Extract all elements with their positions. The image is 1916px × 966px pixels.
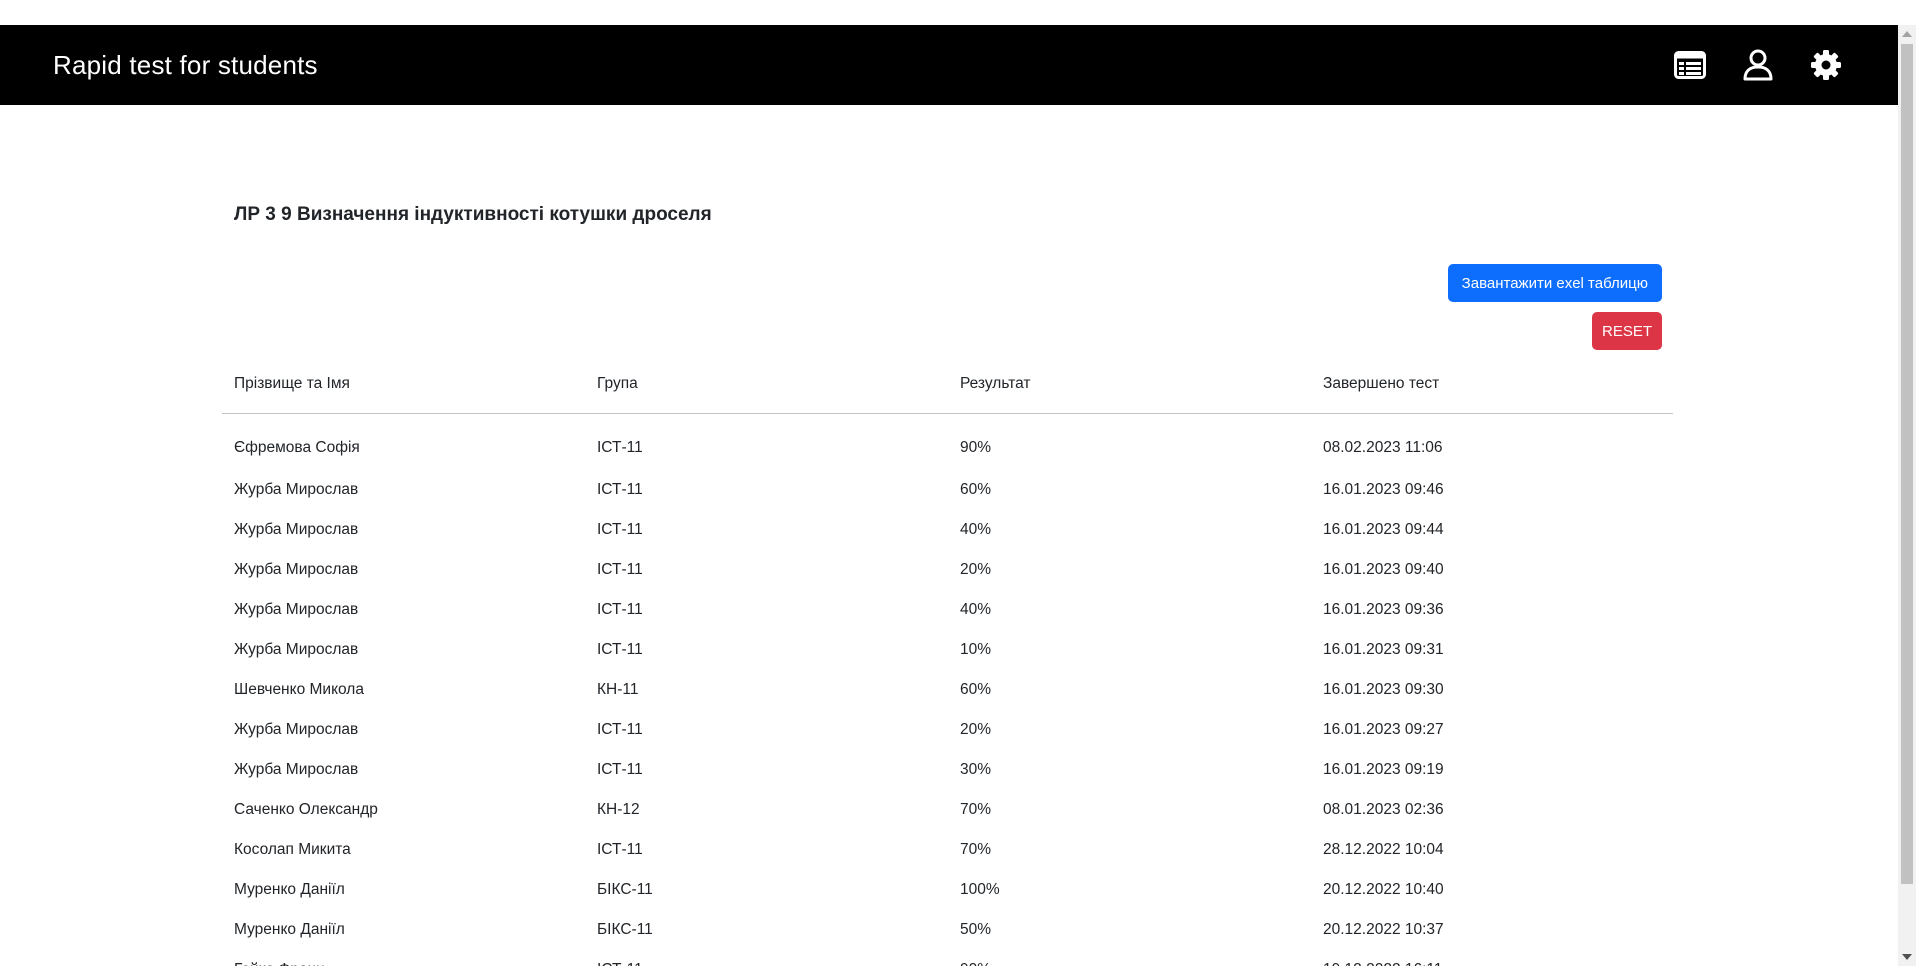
results-table: Прізвище та Імя Група Результат Завершен… — [222, 355, 1673, 966]
cell-group: БІКС-11 — [597, 881, 653, 898]
cell-name: Муренко Даніїл — [234, 881, 345, 898]
column-header-completed[interactable]: Завершено тест — [1311, 355, 1673, 414]
cell-result: 10% — [960, 641, 992, 658]
cell-group: КН-11 — [597, 681, 639, 698]
table-row: Журба Мирослав ІСТ-11 20% 16.01.2023 09:… — [222, 550, 1673, 590]
cell-group: ІСТ-11 — [597, 521, 643, 538]
cell-name: Журба Мирослав — [234, 601, 359, 618]
column-header-group[interactable]: Група — [585, 355, 948, 414]
cell-completed: 16.01.2023 09:36 — [1323, 601, 1444, 618]
gear-icon[interactable] — [1810, 49, 1842, 81]
user-icon[interactable] — [1742, 49, 1774, 81]
download-excel-button[interactable]: Завантажити exel таблицю — [1447, 264, 1662, 302]
cell-group: ІСТ-11 — [597, 761, 643, 778]
cell-completed: 16.01.2023 09:31 — [1323, 641, 1444, 658]
cell-group: ІСТ-11 — [585, 950, 948, 966]
cell-name: Журба Мирослав — [234, 481, 359, 498]
table-row: Журба Мирослав ІСТ-11 20% 16.01.2023 09:… — [222, 710, 1673, 750]
cell-result: 40% — [960, 521, 992, 538]
cell-result: 20% — [960, 561, 992, 578]
cell-name: Журба Мирослав — [234, 561, 359, 578]
cell-result: 90% — [948, 950, 1311, 966]
cell-completed: 16.01.2023 09:19 — [1323, 761, 1444, 778]
top-strip — [0, 0, 1916, 25]
cell-group: ІСТ-11 — [597, 439, 643, 456]
scroll-down-arrow-icon[interactable] — [1902, 954, 1912, 960]
cell-group: ІСТ-11 — [597, 561, 643, 578]
cell-completed: 16.01.2023 09:30 — [1323, 681, 1444, 698]
page: Rapid test for students ЛР 3 9 Визначенн… — [0, 0, 1916, 966]
cell-result: 50% — [960, 921, 992, 938]
column-header-result[interactable]: Результат — [948, 355, 1311, 414]
cell-name: Журба Мирослав — [234, 721, 359, 738]
cell-completed: 19.12.2022 16:11 — [1311, 950, 1673, 966]
cell-completed: 08.01.2023 02:36 — [1323, 801, 1444, 818]
cell-completed: 20.12.2022 10:40 — [1323, 881, 1444, 898]
cell-group: ІСТ-11 — [597, 641, 643, 658]
cell-completed: 28.12.2022 10:04 — [1323, 841, 1444, 858]
cell-name: Журба Мирослав — [234, 761, 359, 778]
cell-result: 70% — [960, 841, 992, 858]
table-list-icon[interactable] — [1674, 49, 1706, 81]
table-row: Журба Мирослав ІСТ-11 40% 16.01.2023 09:… — [222, 510, 1673, 550]
table-row: Єфремова Софія ІСТ-11 90% 08.02.2023 11:… — [222, 414, 1673, 471]
cell-result: 30% — [960, 761, 992, 778]
cell-completed: 20.12.2022 10:37 — [1323, 921, 1444, 938]
cell-group: КН-12 — [597, 801, 640, 818]
nav-icons — [1674, 49, 1842, 81]
cell-result: 70% — [960, 801, 992, 818]
table-row: Косолап Микита ІСТ-11 70% 28.12.2022 10:… — [222, 830, 1673, 870]
vertical-scrollbar[interactable] — [1898, 25, 1916, 966]
cell-group: ІСТ-11 — [597, 601, 643, 618]
reset-button[interactable]: RESET — [1592, 312, 1662, 350]
cell-completed: 08.02.2023 11:06 — [1323, 439, 1443, 456]
cell-group: ІСТ-11 — [597, 481, 643, 498]
table-row: Муренко Даніїл БІКС-11 100% 20.12.2022 1… — [222, 870, 1673, 910]
cell-group: ІСТ-11 — [597, 841, 643, 858]
table-row: Журба Мирослав ІСТ-11 60% 16.01.2023 09:… — [222, 470, 1673, 510]
cell-result: 60% — [960, 481, 992, 498]
cell-name: Муренко Даніїл — [234, 921, 345, 938]
brand-title[interactable]: Rapid test for students — [53, 50, 318, 81]
navbar: Rapid test for students — [0, 25, 1898, 105]
column-header-name[interactable]: Прізвище та Імя — [222, 355, 585, 414]
cell-completed: 16.01.2023 09:40 — [1323, 561, 1444, 578]
table-row: Журба Мирослав ІСТ-11 40% 16.01.2023 09:… — [222, 590, 1673, 630]
cell-name: Журба Мирослав — [234, 521, 359, 538]
table-row: Шевченко Микола КН-11 60% 16.01.2023 09:… — [222, 670, 1673, 710]
table-header-row: Прізвище та Імя Група Результат Завершен… — [222, 355, 1673, 414]
cell-name: Єфремова Софія — [234, 439, 360, 456]
scroll-up-arrow-icon[interactable] — [1902, 31, 1912, 37]
cell-name: Косолап Микита — [234, 841, 351, 858]
cell-completed: 16.01.2023 09:44 — [1323, 521, 1444, 538]
table-row: Журба Мирослав ІСТ-11 30% 16.01.2023 09:… — [222, 750, 1673, 790]
cell-group: БІКС-11 — [597, 921, 653, 938]
cell-name: Саченко Олександр — [234, 801, 378, 818]
page-title: ЛР 3 9 Визначення індуктивності котушки … — [234, 204, 712, 225]
cell-name: Гойко Франц — [222, 950, 585, 966]
cell-completed: 16.01.2023 09:27 — [1323, 721, 1444, 738]
table-body: Єфремова Софія ІСТ-11 90% 08.02.2023 11:… — [222, 414, 1673, 966]
table-header: Прізвище та Імя Група Результат Завершен… — [222, 355, 1673, 414]
cell-result: 40% — [960, 601, 992, 618]
table-row: Муренко Даніїл БІКС-11 50% 20.12.2022 10… — [222, 910, 1673, 950]
cell-name: Журба Мирослав — [234, 641, 359, 658]
table-row: Гойко Франц ІСТ-11 90% 19.12.2022 16:11 — [222, 950, 1673, 966]
cell-result: 60% — [960, 681, 992, 698]
table-row: Саченко Олександр КН-12 70% 08.01.2023 0… — [222, 790, 1673, 830]
cell-group: ІСТ-11 — [597, 721, 643, 738]
cell-result: 90% — [960, 439, 992, 456]
table-row: Журба Мирослав ІСТ-11 10% 16.01.2023 09:… — [222, 630, 1673, 670]
cell-completed: 16.01.2023 09:46 — [1323, 481, 1444, 498]
scrollbar-thumb[interactable] — [1901, 44, 1913, 884]
cell-result: 20% — [960, 721, 992, 738]
cell-result: 100% — [960, 881, 1000, 898]
cell-name: Шевченко Микола — [234, 681, 364, 698]
